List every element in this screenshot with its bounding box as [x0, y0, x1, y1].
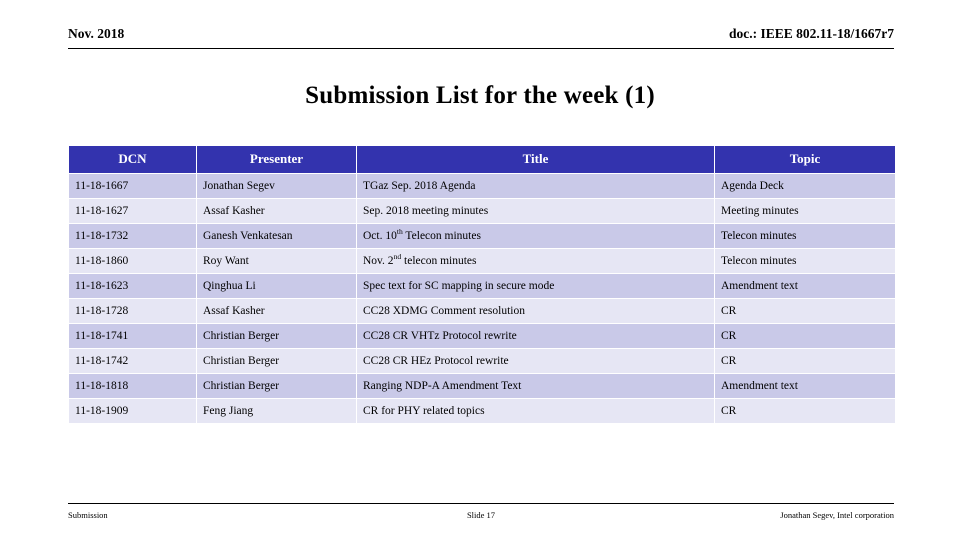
cell-title: Spec text for SC mapping in secure mode [357, 274, 714, 298]
cell-presenter: Ganesh Venkatesan [197, 224, 356, 248]
cell-title: Nov. 2nd telecon minutes [357, 249, 714, 273]
slide-footer: Submission Slide 17 Jonathan Segev, Inte… [68, 510, 894, 520]
cell-dcn: 11-18-1742 [69, 349, 196, 373]
cell-dcn: 11-18-1860 [69, 249, 196, 273]
cell-topic: Amendment text [715, 374, 895, 398]
cell-title: CC28 CR HEz Protocol rewrite [357, 349, 714, 373]
cell-topic: CR [715, 349, 895, 373]
table-row: 11-18-1667 Jonathan Segev TGaz Sep. 2018 A… [69, 174, 895, 198]
table-row: 11-18-1909 Feng Jiang CR for PHY related t… [69, 399, 895, 423]
cell-presenter: Christian Berger [197, 374, 356, 398]
cell-topic: Meeting minutes [715, 199, 895, 223]
submission-table-container: DCN Presenter Title Topic 11-18-1667 Jona… [68, 145, 896, 424]
cell-topic: Amendment text [715, 274, 895, 298]
cell-presenter: Assaf Kasher [197, 199, 356, 223]
cell-dcn: 11-18-1741 [69, 324, 196, 348]
cell-presenter: Feng Jiang [197, 399, 356, 423]
table-row: 11-18-1627 Assaf Kasher Sep. 2018 meeting … [69, 199, 895, 223]
column-header-topic: Topic [715, 146, 895, 173]
cell-title: Sep. 2018 meeting minutes [357, 199, 714, 223]
table-header-row: DCN Presenter Title Topic [69, 146, 895, 173]
cell-dcn: 11-18-1623 [69, 274, 196, 298]
cell-title-text: Nov. 2 [363, 254, 394, 267]
cell-dcn: 11-18-1909 [69, 399, 196, 423]
cell-title-text: Oct. 10 [363, 229, 397, 242]
slide: Nov. 2018 doc.: IEEE 802.11-18/1667r7 Su… [0, 0, 960, 540]
slide-header: Nov. 2018 doc.: IEEE 802.11-18/1667r7 [68, 26, 894, 42]
header-divider [68, 48, 894, 49]
cell-topic: Telecon minutes [715, 249, 895, 273]
footer-slide-number: Slide 17 [466, 510, 496, 520]
cell-topic: Telecon minutes [715, 224, 895, 248]
cell-presenter: Jonathan Segev [197, 174, 356, 198]
table-header: DCN Presenter Title Topic [69, 146, 895, 173]
cell-title-ordinal: nd [393, 251, 402, 261]
page-title: Submission List for the week (1) [305, 82, 655, 109]
table-row: 11-18-1742 Christian Berger CC28 CR HEz Pr… [69, 349, 895, 373]
table-row: 11-18-1732 Ganesh Venkatesan Oct. 10th Tel… [69, 224, 895, 248]
cell-dcn: 11-18-1627 [69, 199, 196, 223]
header-doc-number: doc.: IEEE 802.11-18/1667r7 [728, 26, 894, 41]
table-row: 11-18-1623 Qinghua Li Spec text for SC map… [69, 274, 895, 298]
table-row: 11-18-1818 Christian Berger Ranging NDP-A … [69, 374, 895, 398]
cell-dcn: 11-18-1667 [69, 174, 196, 198]
column-header-presenter: Presenter [197, 146, 356, 173]
cell-topic: CR [715, 324, 895, 348]
cell-presenter: Assaf Kasher [197, 299, 356, 323]
cell-title-text-tail: telecon minutes [401, 254, 477, 267]
table-row: 11-18-1728 Assaf Kasher CC28 XDMG Comment … [69, 299, 895, 323]
cell-dcn: 11-18-1818 [69, 374, 196, 398]
cell-title: Oct. 10th Telecon minutes [357, 224, 714, 248]
footer-submission-label: Submission [68, 510, 108, 520]
cell-title: CR for PHY related topics [357, 399, 714, 423]
table-row: 11-18-1860 Roy Want Nov. 2nd telecon minut… [69, 249, 895, 273]
column-header-title: Title [357, 146, 714, 173]
submission-table: DCN Presenter Title Topic 11-18-1667 Jona… [68, 145, 896, 424]
cell-title: TGaz Sep. 2018 Agenda [357, 174, 714, 198]
cell-topic: CR [715, 399, 895, 423]
cell-title: CC28 XDMG Comment resolution [357, 299, 714, 323]
footer-divider [68, 503, 894, 504]
cell-dcn: 11-18-1732 [69, 224, 196, 248]
cell-presenter: Christian Berger [197, 324, 356, 348]
cell-title: CC28 CR VHTz Protocol rewrite [357, 324, 714, 348]
table-body: 11-18-1667 Jonathan Segev TGaz Sep. 2018 A… [69, 174, 895, 423]
cell-title-text-tail: Telecon minutes [402, 229, 481, 242]
cell-topic: CR [715, 299, 895, 323]
header-date: Nov. 2018 [68, 26, 125, 41]
table-row: 11-18-1741 Christian Berger CC28 CR VHTz P… [69, 324, 895, 348]
cell-presenter: Qinghua Li [197, 274, 356, 298]
cell-presenter: Roy Want [197, 249, 356, 273]
footer-author: Jonathan Segev, Intel corporation [780, 510, 894, 520]
cell-topic: Agenda Deck [715, 174, 895, 198]
cell-title: Ranging NDP-A Amendment Text [357, 374, 714, 398]
column-header-dcn: DCN [69, 146, 196, 173]
cell-presenter: Christian Berger [197, 349, 356, 373]
cell-dcn: 11-18-1728 [69, 299, 196, 323]
